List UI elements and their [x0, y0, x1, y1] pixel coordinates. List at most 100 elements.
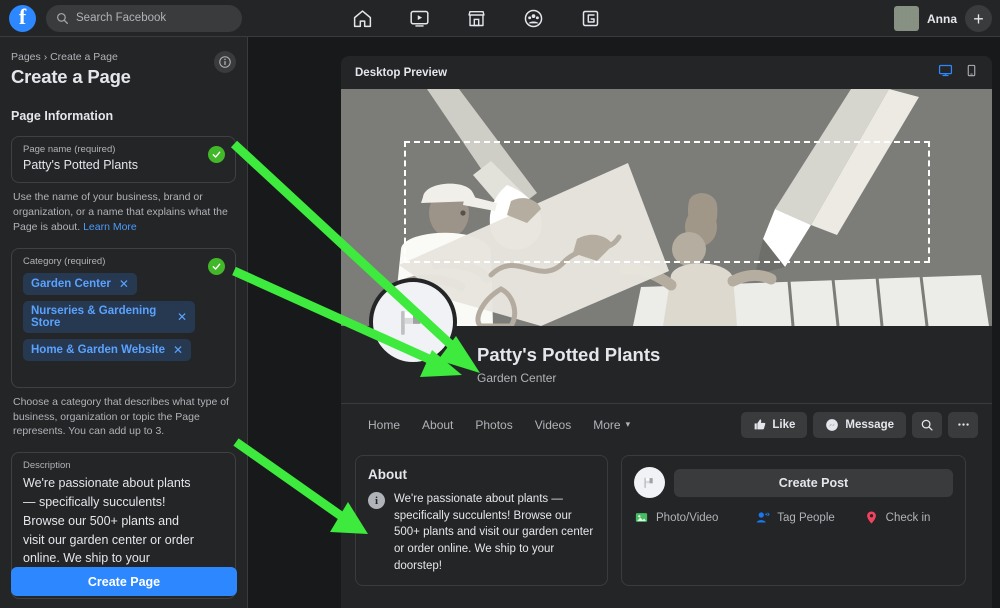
create-new-button[interactable]: + — [965, 5, 992, 32]
category-chip-label: Nurseries & Gardening Store — [31, 304, 157, 329]
page-identity-section: Patty's Potted Plants Garden Center — [341, 278, 992, 403]
check-in-button[interactable]: Check in — [864, 510, 930, 525]
device-toggle-group — [938, 63, 978, 83]
facebook-logo-letter: f — [18, 3, 27, 29]
create-post-card: Create Post Photo/Video Tag People Check… — [621, 455, 966, 587]
category-chip-label: Home & Garden Website — [31, 343, 165, 356]
section-title-page-information: Page Information — [11, 109, 114, 123]
tab-photos-label: Photos — [475, 417, 513, 432]
photo-video-label: Photo/Video — [656, 511, 719, 524]
description-label: Description — [23, 460, 71, 472]
search-placeholder-text: Search Facebook — [76, 12, 167, 24]
category-valid-badge — [208, 257, 225, 275]
remove-chip-icon[interactable]: ✕ — [119, 277, 129, 291]
preview-page-name: Patty's Potted Plants — [477, 344, 661, 365]
page-name-field[interactable]: Page name (required) Patty's Potted Plan… — [11, 136, 236, 183]
groups-icon — [524, 9, 543, 27]
messenger-icon — [826, 418, 839, 431]
learn-more-link[interactable]: Learn More — [83, 221, 137, 233]
nav-watch-button[interactable] — [391, 0, 448, 37]
nav-groups-button[interactable] — [505, 0, 562, 37]
photo-video-icon — [635, 513, 648, 522]
create-post-label: Create Post — [778, 475, 849, 490]
page-search-button[interactable] — [912, 411, 942, 438]
desktop-preview-card: Desktop Preview Patty's Potted Plants Ga… — [341, 56, 992, 608]
tab-about[interactable]: About — [422, 418, 453, 432]
gaming-icon — [582, 10, 599, 26]
info-icon-glyph: i — [374, 494, 379, 507]
desktop-view-button[interactable] — [938, 63, 953, 83]
page-name-label: Page name (required) — [23, 144, 116, 155]
message-button-label: Message — [845, 418, 894, 431]
search-icon — [56, 12, 69, 24]
page-flag-icon — [401, 311, 421, 335]
check-icon — [212, 151, 221, 158]
ellipsis-icon — [957, 423, 969, 426]
info-button[interactable] — [214, 51, 236, 73]
category-chip[interactable]: Garden Center ✕ — [23, 272, 137, 295]
breadcrumb[interactable]: Pages › Create a Page — [11, 51, 236, 63]
page-tab-bar: Home About Photos Videos More ▾ Like Mes… — [341, 403, 992, 445]
tag-people-label: Tag People — [777, 511, 835, 524]
category-helper-text: Choose a category that describes what ty… — [13, 395, 229, 438]
preview-header: Desktop Preview — [341, 56, 992, 89]
category-chip[interactable]: Home & Garden Website ✕ — [23, 338, 192, 361]
category-input-space[interactable] — [23, 361, 195, 379]
about-card-text: We're passionate about plants — specific… — [394, 493, 594, 572]
nav-home-button[interactable] — [334, 0, 391, 37]
mobile-icon — [967, 64, 976, 76]
photo-video-button[interactable]: Photo/Video — [634, 510, 755, 525]
create-page-form-panel: Pages › Create a Page Create a Page Page… — [0, 37, 248, 608]
page-name-valid-badge — [208, 146, 225, 163]
tab-photos[interactable]: Photos — [475, 418, 512, 432]
top-navigation-bar: f Search Facebook Anna + — [0, 0, 1000, 37]
page-name-helper-text: Use the name of your business, brand or … — [11, 190, 236, 235]
mobile-view-button[interactable] — [965, 63, 978, 83]
preview-title: Desktop Preview — [355, 66, 448, 79]
cover-crop-selection[interactable] — [404, 141, 930, 263]
more-options-button[interactable] — [948, 411, 978, 438]
facebook-logo-icon[interactable]: f — [9, 3, 36, 32]
tab-more-label: More — [593, 417, 621, 432]
user-avatar[interactable] — [894, 6, 919, 31]
category-field[interactable]: Category (required) Garden Center ✕ Nurs… — [11, 247, 236, 388]
search-input[interactable]: Search Facebook — [46, 4, 242, 32]
create-page-button[interactable]: Create Page — [11, 567, 237, 596]
preview-area: Desktop Preview Patty's Potted Plants Ga… — [248, 37, 1000, 608]
page-tabs: Home About Photos Videos More ▾ — [368, 418, 630, 432]
check-icon — [212, 263, 221, 270]
create-post-row: Create Post — [634, 467, 953, 498]
main-nav-group — [334, 0, 619, 37]
page-action-buttons: Like Message — [741, 411, 978, 438]
create-page-button-label: Create Page — [87, 574, 161, 589]
tab-home[interactable]: Home — [368, 418, 400, 432]
nav-marketplace-button[interactable] — [448, 0, 505, 37]
remove-chip-icon[interactable]: ✕ — [177, 310, 187, 324]
like-button[interactable]: Like — [741, 411, 808, 438]
page-name-value: Patty's Potted Plants — [23, 158, 138, 172]
page-flag-icon — [644, 477, 653, 489]
message-button[interactable]: Message — [813, 411, 906, 438]
topbar-user-area: Anna + — [894, 0, 992, 37]
search-icon — [921, 419, 933, 431]
tab-about-label: About — [422, 417, 454, 432]
like-button-label: Like — [772, 418, 796, 431]
page-profile-picture[interactable] — [369, 278, 457, 366]
desktop-icon — [938, 64, 953, 76]
category-label: Category (required) — [23, 255, 106, 267]
about-card-title: About — [368, 467, 407, 482]
tab-videos-label: Videos — [534, 417, 572, 432]
info-icon: i — [368, 492, 385, 509]
about-card-body: i We're passionate about plants — specif… — [368, 491, 595, 574]
facebook-create-page-screen: f Search Facebook Anna + Pages › Create … — [0, 0, 1000, 608]
page-content-row: About i We're passionate about plants — … — [341, 445, 992, 587]
create-post-input[interactable]: Create Post — [674, 468, 953, 497]
tag-people-button[interactable]: Tag People — [755, 510, 863, 525]
tab-more[interactable]: More ▾ — [593, 418, 630, 432]
thumbs-up-icon — [755, 419, 766, 430]
post-action-row: Photo/Video Tag People Check in — [634, 510, 953, 525]
tab-videos[interactable]: Videos — [535, 418, 571, 432]
nav-gaming-button[interactable] — [562, 0, 619, 37]
category-chip[interactable]: Nurseries & Gardening Store ✕ — [23, 300, 195, 333]
remove-chip-icon[interactable]: ✕ — [173, 343, 183, 357]
